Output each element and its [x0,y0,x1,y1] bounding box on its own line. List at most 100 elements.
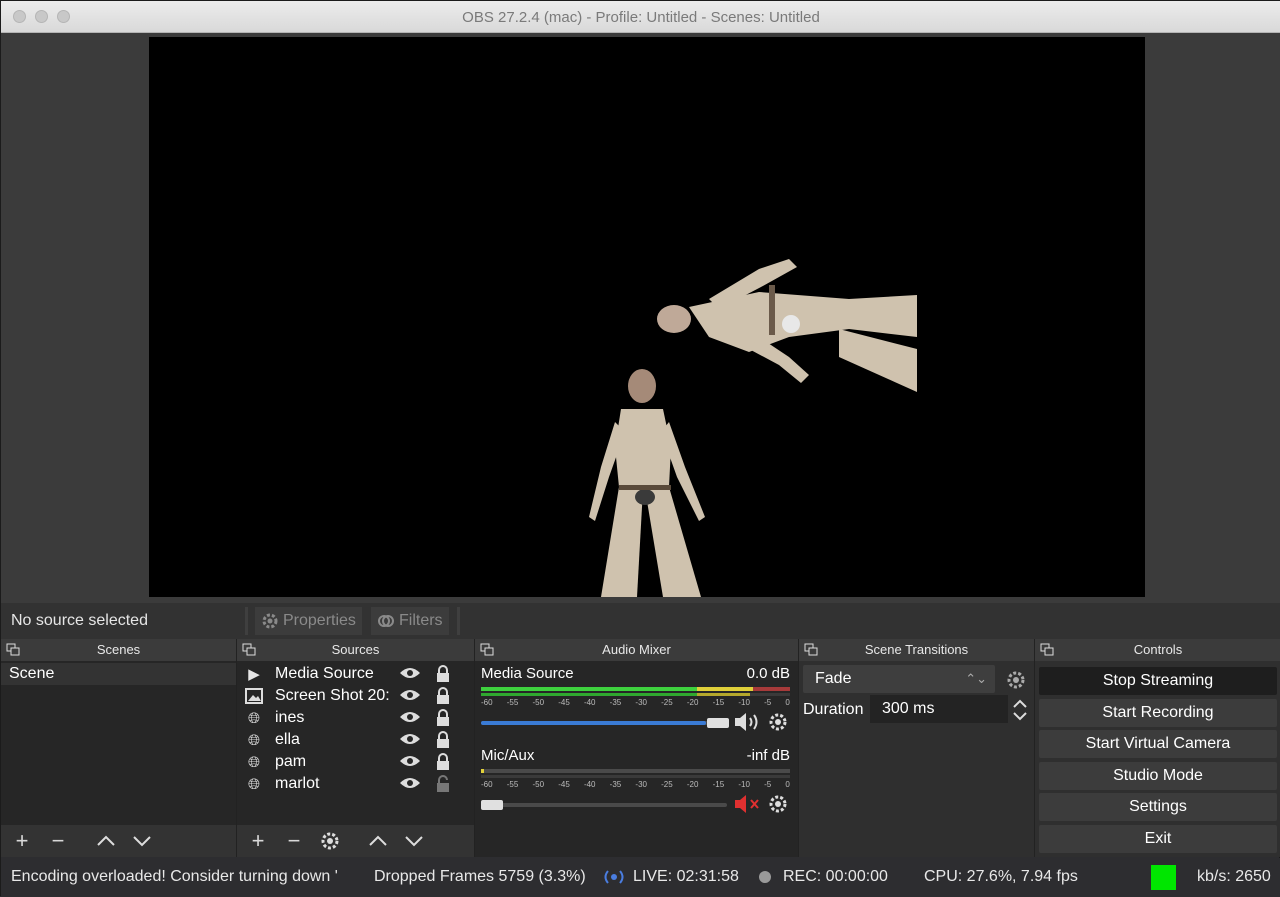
chevron-down-icon [133,836,151,847]
track-name: Media Source [481,665,574,682]
slider-handle[interactable] [707,718,729,728]
stream-health-indicator [1151,865,1176,890]
source-item[interactable]: 🌐︎ ines [237,707,474,729]
globe-icon: 🌐︎ [247,775,260,793]
volume-slider[interactable] [481,800,727,810]
unlock-icon[interactable] [435,775,451,793]
settings-button[interactable]: Settings [1039,793,1277,821]
source-properties-button[interactable] [317,828,343,854]
lock-icon[interactable] [435,665,451,683]
audio-mixer-title: Audio Mixer [602,642,671,657]
broadcast-icon [604,870,624,884]
globe-icon: 🌐︎ [247,753,260,771]
undock-icon[interactable] [480,643,494,656]
remove-scene-button[interactable]: − [45,828,71,854]
eye-icon[interactable] [399,710,421,724]
scene-transitions-dock: Scene Transitions Fade ⌃⌄ Duration 300 m… [799,639,1035,857]
gear-icon[interactable] [768,712,788,732]
lock-icon[interactable] [435,753,451,771]
lock-icon[interactable] [435,731,451,749]
play-icon: ▶ [248,666,260,683]
sources-title: Sources [331,642,380,657]
chevron-up-icon [97,835,115,846]
sources-dock: Sources ▶ Media Source Screen Shot 20: 🌐… [237,639,475,857]
undock-icon[interactable] [1040,643,1054,656]
eye-icon[interactable] [399,754,421,768]
eye-icon[interactable] [399,776,421,790]
filters-icon [378,615,394,627]
source-item[interactable]: ▶ Media Source [237,663,474,685]
properties-button[interactable]: Properties [255,607,362,635]
gear-icon[interactable] [768,794,788,814]
obs-window: OBS 27.2.4 (mac) - Profile: Untitled - S… [0,0,1280,897]
start-recording-button[interactable]: Start Recording [1039,699,1277,727]
undock-icon[interactable] [804,643,818,656]
move-down-button[interactable] [401,828,427,854]
add-source-button[interactable]: + [245,828,271,854]
transition-select[interactable]: Fade ⌃⌄ [803,665,995,693]
slider-handle[interactable] [481,800,503,810]
chevron-up-icon [369,835,387,846]
status-bar: Encoding overloaded! Consider turning do… [1,858,1280,897]
eye-icon[interactable] [399,666,421,680]
filters-button[interactable]: Filters [371,607,449,635]
scene-transitions-header: Scene Transitions [799,639,1034,661]
transitions-body: Fade ⌃⌄ Duration 300 ms [799,661,1034,857]
transition-value: Fade [815,670,852,687]
track-name: Mic/Aux [481,747,535,764]
duration-stepper[interactable] [1011,697,1029,723]
audio-mixer-dock: Audio Mixer Media Source 0.0 dB -60 -55 -5… [475,639,799,857]
start-virtual-camera-button[interactable]: Start Virtual Camera [1039,730,1277,758]
preview-canvas[interactable] [149,37,1145,597]
controls-dock: Controls Stop Streaming Start Recording … [1035,639,1280,857]
sources-list[interactable]: ▶ Media Source Screen Shot 20: 🌐︎ ines 🌐… [237,661,474,825]
remove-source-button[interactable]: − [281,828,307,854]
mixer-body: Media Source 0.0 dB -60 -55 -50 -45 -40 -35 -3… [475,661,798,857]
eye-icon[interactable] [399,732,421,746]
track-db: 0.0 dB [746,665,790,682]
undock-icon[interactable] [242,643,256,656]
dropped-frames: Dropped Frames 5759 (3.3%) [374,868,586,885]
volume-meter-right [481,693,790,696]
gear-icon [262,613,278,629]
source-name: Media Source [275,665,374,682]
muted-speaker-icon[interactable] [733,793,763,815]
source-item[interactable]: Screen Shot 20: [237,685,474,707]
source-item[interactable]: 🌐︎ pam [237,751,474,773]
eye-icon[interactable] [399,688,421,702]
controls-body: Stop Streaming Start Recording Start Vir… [1035,661,1280,857]
move-up-button[interactable] [93,828,119,854]
title-bar: OBS 27.2.4 (mac) - Profile: Untitled - S… [1,1,1280,33]
exit-button[interactable]: Exit [1039,825,1277,853]
sources-header: Sources [237,639,474,661]
volume-slider[interactable] [481,718,729,728]
track-db: -inf dB [746,747,790,764]
add-scene-button[interactable]: + [9,828,35,854]
move-up-button[interactable] [365,828,391,854]
source-item[interactable]: 🌐︎ ella [237,729,474,751]
scenes-list[interactable]: Scene [1,661,236,825]
duration-input[interactable]: 300 ms [870,695,1008,723]
scene-item[interactable]: Scene [1,663,236,685]
status-message: Encoding overloaded! Consider turning do… [11,868,338,885]
source-name: Screen Shot 20: [275,687,390,704]
filters-label: Filters [399,612,443,629]
lock-icon[interactable] [435,687,451,705]
scenes-toolbar: + − [1,825,236,857]
record-indicator-icon [759,871,771,883]
undock-icon[interactable] [6,643,20,656]
lock-icon[interactable] [435,709,451,727]
stop-streaming-button[interactable]: Stop Streaming [1039,667,1277,695]
studio-mode-button[interactable]: Studio Mode [1039,762,1277,790]
no-source-label: No source selected [11,612,148,629]
source-item[interactable]: 🌐︎ marlot [237,773,474,795]
meter-scale: -60 -55 -50 -45 -40 -35 -30 -25 -20 -15 -10 -5 0 [481,698,790,707]
speaker-icon[interactable] [733,711,763,733]
gear-icon[interactable] [1005,669,1027,691]
gear-icon [321,832,339,850]
volume-meter [481,769,790,773]
source-name: pam [275,753,307,770]
move-down-button[interactable] [129,828,155,854]
divider [245,607,248,635]
duration-label: Duration [803,701,864,718]
